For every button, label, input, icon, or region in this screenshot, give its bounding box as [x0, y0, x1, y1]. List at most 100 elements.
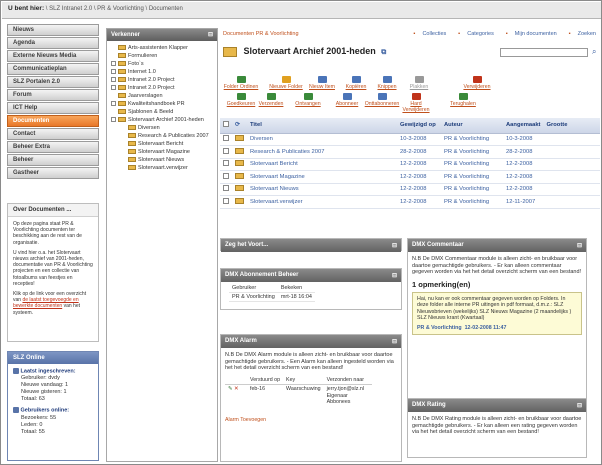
tool-knippen-button[interactable]: Knippen [369, 76, 405, 90]
tool-verzenden-button[interactable]: Verzenden [253, 93, 289, 107]
nav-item-externe-nieuws-media[interactable]: Externe Nieuws Media [7, 50, 99, 62]
tree-item-foto-s[interactable]: Foto`s [111, 60, 217, 68]
row-checkbox[interactable] [220, 170, 232, 184]
rss-icon[interactable]: ⧉ [381, 49, 386, 56]
tree-item-research-publicaties-2007[interactable]: Research & Publicaties 2007 [111, 132, 217, 140]
expand-icon[interactable] [111, 61, 116, 67]
col-auteur[interactable]: Auteur [441, 118, 503, 134]
breadcrumb-bar: U bent hier: \ SLZ Intranet 2.0 \ PR & V… [2, 2, 601, 19]
row-checkbox[interactable] [220, 183, 232, 196]
header-link-categories[interactable]: ▪ Categories [452, 31, 494, 37]
row-title[interactable]: Slotervaart Bericht [247, 158, 397, 171]
collapse-icon[interactable]: ⊟ [577, 402, 582, 409]
col-grootte[interactable]: Grootte [543, 118, 600, 134]
collapse-icon[interactable]: ⊟ [577, 242, 582, 249]
row-title[interactable]: Slotervaart Magazine [247, 170, 397, 184]
tool-verwijderen-button[interactable]: Verwijderen [459, 76, 495, 90]
nav-item-contact[interactable]: Contact [7, 128, 99, 140]
edit-icon[interactable]: ✎ [228, 386, 232, 392]
tree-item-slotervaart-magazine[interactable]: Slotervaart Magazine [111, 148, 217, 156]
expand-icon[interactable] [111, 117, 116, 123]
nav-item-slz-portalen-2-0[interactable]: SLZ Portalen 2.0 [7, 76, 99, 88]
expand-icon[interactable] [111, 77, 116, 83]
section-link[interactable]: Documenten PR & Voorlichting [223, 31, 299, 37]
tree-item-diversen[interactable]: Diversen [111, 124, 217, 132]
table-row[interactable]: Slotervaart Bericht 12-2-2008 PR & Voorlic… [220, 158, 600, 171]
col-titel[interactable]: Titel [247, 118, 397, 134]
tool-hard-verwijderen-button[interactable]: Hard Verwijderen [398, 93, 434, 113]
nav-item-forum[interactable]: Forum [7, 89, 99, 101]
tree-item-intranet-2-0-project[interactable]: Intranet 2.0 Project [111, 84, 217, 92]
tool-folder-ordinen-button[interactable]: Folder Ordinen [223, 76, 259, 90]
table-row[interactable]: Research & Publicaties 2007 28-2-2008 PR &… [220, 145, 600, 159]
online-group-head: Laatst ingeschreven: [20, 368, 76, 375]
row-checkbox[interactable] [220, 133, 232, 146]
nav-item-beheer-extra[interactable]: Beheer Extra [7, 141, 99, 153]
folder-ordinen-icon [236, 76, 246, 83]
table-row[interactable]: Diversen 10-3-2008 PR & Voorlichting 10-3-2… [220, 133, 600, 146]
tree-item-slotervaart-verwijzer[interactable]: Slotervaart.verwijzer [111, 164, 217, 172]
row-title[interactable]: Slotervaart.verwijzer [247, 195, 397, 209]
folder-icon [128, 165, 136, 171]
nav-item-communicatieplan[interactable]: Communicatieplan [7, 63, 99, 75]
breadcrumb[interactable]: \ SLZ Intranet 2.0 \ PR & Voorlichting \… [46, 6, 183, 12]
collapse-icon[interactable]: ⊟ [392, 338, 397, 345]
header-link-mijn-documenten[interactable]: ▪ Mijn documenten [500, 31, 557, 37]
tree-item-intranet-2-0-project[interactable]: Intranet 2.0 Project [111, 76, 217, 84]
tool-nieuw-item-button[interactable]: Nieuw Item [304, 76, 340, 90]
tool-plakken-button[interactable]: Plakken [401, 76, 437, 90]
tool-label: Verzenden [258, 101, 284, 107]
tree-item-slotervaart-archief-2001-heden[interactable]: Slotervaart Archief 2001-heden [111, 116, 217, 124]
search-icon[interactable]: ⌕ [592, 47, 596, 57]
collapse-icon[interactable]: ⊟ [392, 272, 397, 279]
row-checkbox[interactable] [220, 195, 232, 209]
rating-title: DMX Rating [412, 402, 446, 408]
expand-icon[interactable] [111, 101, 116, 107]
tree-item-arts-assistenten-klapper[interactable]: Arts-assistenten Klapper [111, 44, 217, 52]
tree-item-sjablonen-beeld[interactable]: Sjablonen & Beeld [111, 108, 217, 116]
folder-icon [118, 45, 126, 51]
tree-item-jaarverslagen[interactable]: Jaarverslagen [111, 92, 217, 100]
nav-item-beheer[interactable]: Beheer [7, 154, 99, 166]
tool-label: Verwijderen [463, 84, 491, 90]
col-gewijzigd[interactable]: Gewijzigd op [397, 118, 441, 134]
nav-item-agenda[interactable]: Agenda [7, 37, 99, 49]
search-input[interactable] [500, 48, 588, 57]
tool-terughalen-button[interactable]: Terughalen [445, 93, 481, 107]
row-title[interactable]: Research & Publicaties 2007 [247, 145, 397, 159]
row-checkbox[interactable] [220, 158, 232, 171]
tool-ontvangen-button[interactable]: Ontvangen [290, 93, 326, 107]
header-link-collecties[interactable]: ▪ Collecties [407, 31, 446, 37]
nav-item-documenten[interactable]: Documenten [7, 115, 99, 127]
collapse-icon[interactable]: ⊟ [392, 242, 397, 249]
tree-item-slotervaart-bericht[interactable]: Slotervaart Bericht [111, 140, 217, 148]
nav-item-nieuws[interactable]: Nieuws [7, 24, 99, 36]
tool-onttabonneren-button[interactable]: Onttabonneren [364, 93, 400, 107]
select-all-checkbox[interactable] [220, 118, 232, 134]
row-title[interactable]: Slotervaart Nieuws [247, 183, 397, 196]
expand-icon[interactable] [111, 85, 116, 91]
nav-item-gastheer[interactable]: Gastheer [7, 167, 99, 179]
expand-icon[interactable] [111, 69, 116, 75]
table-row[interactable]: Slotervaart.verwijzer 12-2-2008 PR & Voorl… [220, 195, 600, 209]
zeg-header[interactable]: Zeg het Voort... ⊟ [221, 239, 401, 252]
collapse-icon[interactable]: ⊟ [208, 31, 213, 38]
delete-icon[interactable]: ✕ [234, 386, 238, 392]
row-checkbox[interactable] [220, 145, 232, 159]
col-aangemaakt[interactable]: Aangemaakt [503, 118, 544, 134]
tree-item-label: Slotervaart Nieuws [138, 157, 185, 163]
tool-abonneer-button[interactable]: Abonneer [329, 93, 365, 107]
row-title[interactable]: Diversen [247, 133, 397, 146]
table-row[interactable]: Slotervaart Nieuws 12-2-2008 PR & Voorlich… [220, 183, 600, 196]
tree-item-formulieren[interactable]: Formulieren [111, 52, 217, 60]
tree-item-slotervaart-nieuws[interactable]: Slotervaart Nieuws [111, 156, 217, 164]
tree-item-kwaliteitshandboek-pr[interactable]: Kwaliteitshandboek PR [111, 100, 217, 108]
tool-nieuwe-folder-button[interactable]: Nieuwe Folder [268, 76, 304, 90]
nav-item-ict-help[interactable]: ICT Help [7, 102, 99, 114]
alarm-add-link[interactable]: Alarm Toevoegen [225, 417, 266, 423]
refresh-icon[interactable]: ⟳ [235, 122, 240, 128]
header-link-zoeken[interactable]: ▪ Zoeken [563, 31, 596, 37]
tree-item-internet-1-0[interactable]: Internet 1.0 [111, 68, 217, 76]
online-stat: Bezoekers: 55 [21, 414, 57, 421]
table-row[interactable]: Slotervaart Magazine 12-2-2008 PR & Voorli… [220, 170, 600, 184]
